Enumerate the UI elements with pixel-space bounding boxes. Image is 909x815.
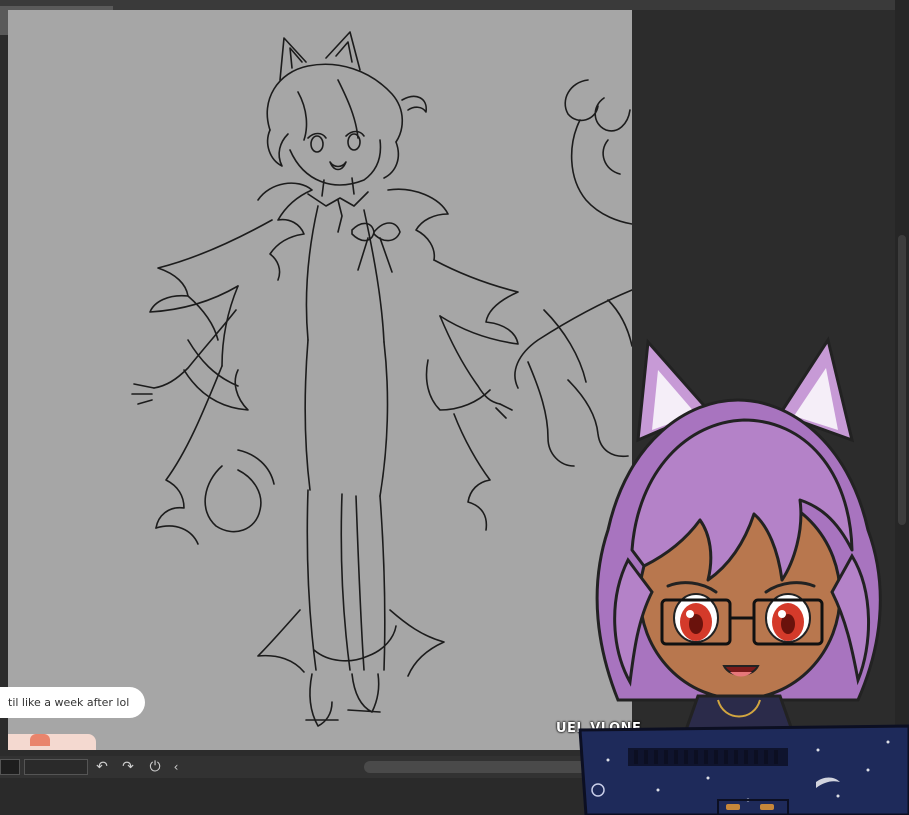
- zoom-field[interactable]: [0, 759, 20, 775]
- redo-icon[interactable]: ↷: [118, 758, 138, 776]
- rotate-reset-icon[interactable]: ⏻: [144, 758, 166, 776]
- zoom-slider[interactable]: [24, 759, 88, 775]
- app-top-bar: [0, 0, 909, 10]
- chat-message-text: til like a week after lol: [8, 696, 130, 709]
- sketch-artwork: [131, 31, 632, 727]
- vtuber-avatar: [578, 336, 909, 815]
- undo-icon[interactable]: ↶: [92, 758, 112, 776]
- chat-avatar: [8, 734, 96, 750]
- chat-message-bubble: til like a week after lol: [0, 687, 145, 718]
- drawing-canvas[interactable]: [8, 10, 632, 750]
- chevron-left-icon[interactable]: ‹: [170, 758, 182, 776]
